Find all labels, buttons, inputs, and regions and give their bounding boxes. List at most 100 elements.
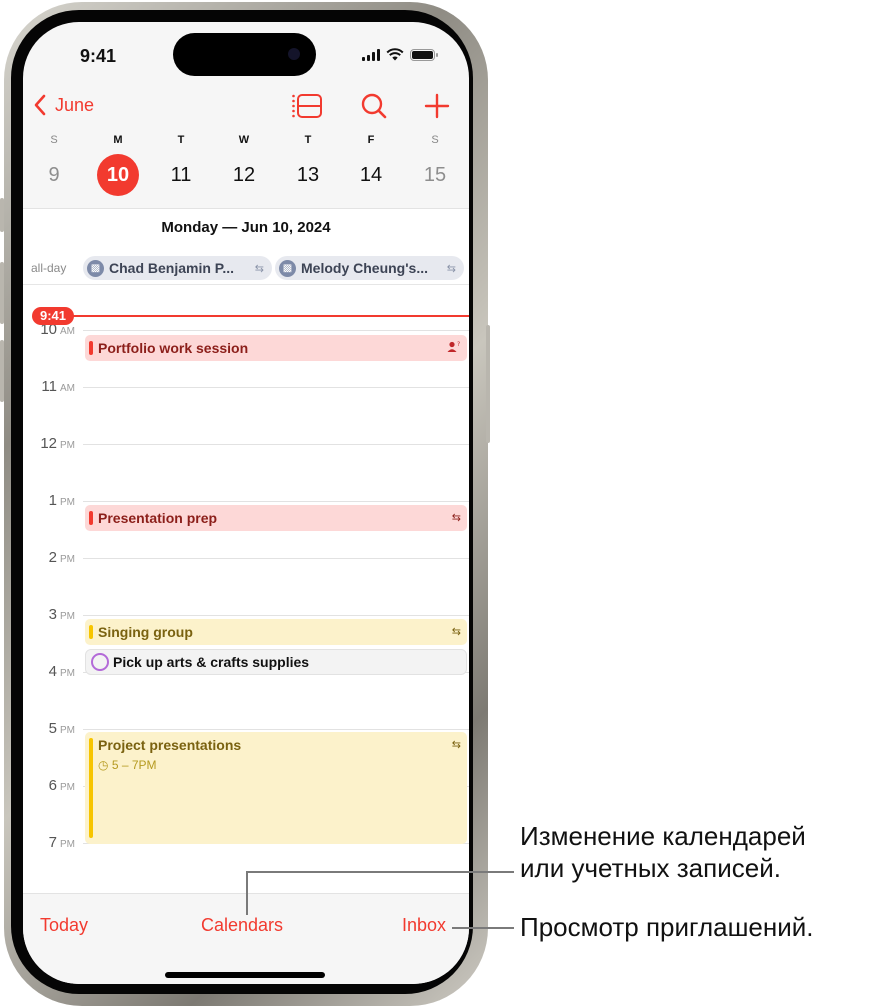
reminder-title: Pick up arts & crafts supplies (113, 654, 310, 670)
hour-label: 6 PM (23, 777, 75, 794)
list-view-icon[interactable] (291, 92, 323, 120)
day-number[interactable]: 14 (350, 154, 392, 196)
hour-period: PM (60, 725, 75, 736)
hour-label: 4 PM (23, 663, 75, 680)
camera (288, 48, 300, 60)
power-button (486, 325, 490, 443)
home-indicator (165, 972, 325, 978)
weekday-letter: T (304, 134, 312, 146)
day-number[interactable]: 12 (223, 154, 265, 196)
clock-icon: ◷ (98, 758, 109, 772)
hour-period: PM (60, 668, 75, 679)
back-to-month-button[interactable]: June (33, 94, 94, 116)
repeat-icon: ⇆ (254, 262, 264, 275)
all-day-event-title: Melody Cheung's... (301, 260, 429, 276)
calendars-button[interactable]: Calendars (201, 915, 283, 936)
hour-number: 7 (48, 834, 57, 851)
week-day[interactable]: S9 (29, 132, 79, 196)
week-day[interactable]: T 13 (283, 132, 333, 196)
week-day[interactable]: W 12 (219, 132, 269, 196)
invitee-pending-icon: ? (447, 341, 460, 352)
hour-label: 1 PM (23, 492, 75, 509)
weekday-letter: M (113, 134, 123, 146)
volume-down-button (0, 340, 4, 402)
back-label: June (55, 94, 95, 115)
selected-day-number[interactable]: 10 (97, 154, 139, 196)
weekday-letter: S (431, 134, 439, 146)
hour-number: 11 (41, 378, 57, 395)
gift-icon: ▩ (87, 259, 104, 277)
week-day[interactable]: T 11 (156, 132, 206, 196)
event-time: ◷ 5 – 7PM (98, 758, 157, 772)
all-day-event-chip[interactable]: ▩ Chad Benjamin P... ⇆ (83, 256, 272, 280)
action-button (0, 198, 4, 232)
hour-number: 6 (48, 777, 57, 794)
hour-period: AM (60, 326, 75, 337)
callout-leader-calendars-vertical (246, 871, 248, 915)
hour-label: 5 PM (23, 720, 75, 737)
current-time-badge: 9:41 (32, 307, 74, 325)
repeat-icon: ⇆ (451, 739, 461, 751)
reminder-checkbox[interactable] (91, 653, 109, 671)
hour-label: 12 PM (23, 435, 75, 452)
day-number[interactable]: 15 (414, 154, 456, 196)
event-title: Portfolio work session (98, 340, 249, 356)
week-strip: S 9 M 10 T 11 W 12 T 13 F 14 S 15 (23, 132, 469, 208)
hour-number: 5 (48, 720, 57, 737)
event-title: Project presentations (98, 737, 242, 753)
event-project-presentations[interactable]: Project presentations ◷ 5 – 7PM ⇆ (85, 732, 467, 844)
day-number[interactable]: 13 (287, 154, 329, 196)
hour-gridline (83, 615, 469, 616)
hour-gridline (83, 729, 469, 730)
svg-text:?: ? (457, 341, 460, 348)
all-day-event-title: Chad Benjamin P... (109, 260, 234, 276)
hour-period: PM (60, 611, 75, 622)
dynamic-island (173, 33, 316, 76)
hour-label: 2 PM (23, 549, 75, 566)
chevron-left-icon (34, 94, 46, 116)
hour-period: PM (60, 440, 75, 451)
all-day-event-chip[interactable]: ▩ Melody Cheung's... ⇆ (275, 256, 464, 280)
event-color-bar (89, 341, 93, 355)
hour-number: 3 (48, 606, 57, 623)
weekday-letter: T (177, 134, 185, 146)
hour-number: 4 (48, 663, 57, 680)
cellular-signal-icon (362, 48, 380, 61)
today-button[interactable]: Today (40, 915, 88, 936)
all-day-label: all-day (31, 261, 67, 275)
hour-period: PM (60, 839, 75, 850)
hour-number: 12 (40, 435, 57, 452)
event-portfolio-work-session[interactable]: Portfolio work session ? (85, 335, 467, 361)
inbox-button[interactable]: Inbox (402, 915, 446, 936)
callout-leader-inbox (452, 927, 514, 929)
hour-number: 2 (48, 549, 57, 566)
event-title: Singing group (98, 624, 193, 640)
status-icons (362, 48, 438, 61)
event-singing-group[interactable]: Singing group ⇆ (85, 619, 467, 645)
day-number[interactable]: 11 (160, 154, 202, 196)
hour-gridline (83, 558, 469, 559)
day-number[interactable]: 9 (33, 154, 75, 196)
repeat-icon: ⇆ (446, 262, 456, 275)
search-icon[interactable] (359, 92, 391, 120)
hour-label: 7 PM (23, 834, 75, 851)
callout-leader-calendars-horizontal (246, 871, 514, 873)
reminder-item[interactable]: Pick up arts & crafts supplies (85, 649, 467, 675)
all-day-row: all-day ▩ Chad Benjamin P... ⇆ ▩ Melody … (23, 253, 469, 285)
hour-label: 11 AM (23, 378, 75, 395)
battery-icon (410, 48, 438, 61)
hour-period: PM (60, 554, 75, 565)
date-title: Monday — Jun 10, 2024 (161, 219, 331, 236)
week-day[interactable]: S 15 (410, 132, 460, 196)
hour-period: AM (60, 383, 75, 394)
add-event-icon[interactable] (421, 92, 453, 120)
week-day[interactable]: F 14 (346, 132, 396, 196)
gift-icon: ▩ (279, 259, 296, 277)
hour-label: 3 PM (23, 606, 75, 623)
event-color-bar (89, 511, 93, 525)
event-presentation-prep[interactable]: Presentation prep ⇆ (85, 505, 467, 531)
callout-calendars-text: Изменение календарей или учетных записей… (520, 821, 806, 883)
week-day[interactable]: M 10 (93, 132, 143, 196)
callout-inbox-text: Просмотр приглашений. (520, 912, 814, 942)
repeat-icon: ⇆ (451, 626, 461, 638)
